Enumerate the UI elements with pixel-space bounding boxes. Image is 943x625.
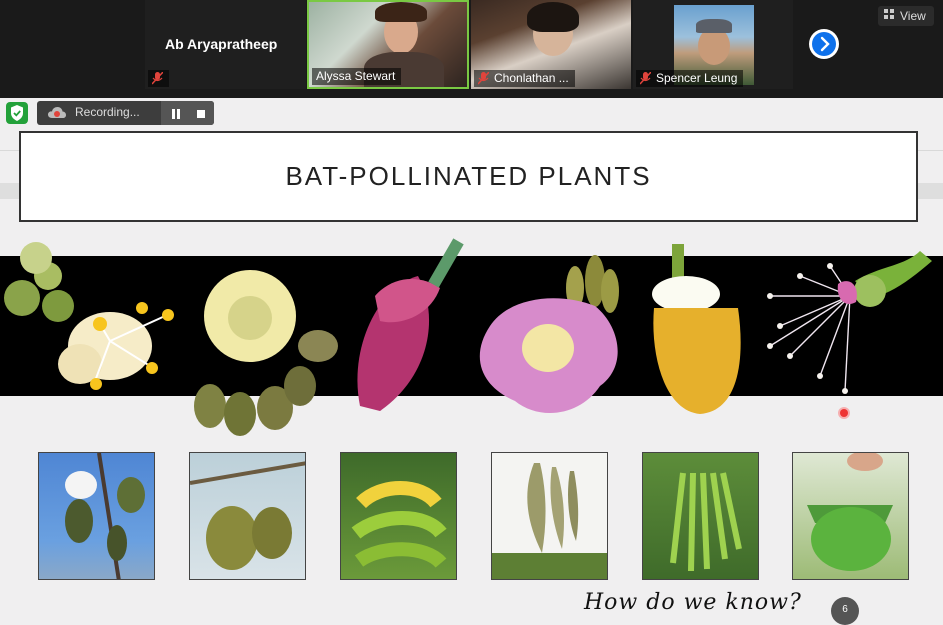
barringtonia-fruit-photo — [792, 452, 909, 580]
view-label: View — [900, 9, 926, 23]
recording-bar: Recording... — [37, 101, 214, 125]
parkia-flower-image — [652, 244, 741, 414]
participant-name-large: Ab Aryapratheep — [165, 36, 278, 52]
slide-footer: How do we know? — [584, 590, 802, 615]
kapok-flower-image — [4, 242, 174, 390]
slide-title-box: BAT-POLLINATED PLANTS — [19, 131, 918, 222]
oroxylum-flower-image — [479, 255, 619, 413]
oroxylum-pods-photo — [491, 452, 608, 580]
slide-page-number: 6 — [831, 597, 859, 625]
flower-illustrations — [4, 238, 932, 436]
banana-bunch-photo — [340, 452, 457, 580]
kapok-pods-photo — [38, 452, 155, 580]
participant-tile-chonlathan[interactable]: Chonlathan ... — [471, 0, 631, 89]
participant-tile-alyssa[interactable]: Alyssa Stewart — [307, 0, 469, 89]
pause-icon[interactable] — [171, 108, 181, 122]
durian-flower-image — [194, 270, 338, 436]
participant-label: Chonlathan ... — [474, 70, 575, 87]
cloud-record-icon — [47, 105, 67, 124]
durian-fruit-photo — [189, 452, 306, 580]
mic-muted-icon — [477, 71, 490, 85]
stop-icon[interactable] — [196, 108, 206, 122]
slide-title: BAT-POLLINATED PLANTS — [285, 161, 652, 191]
chevron-right-icon — [812, 32, 836, 56]
recording-label: Recording... — [75, 105, 140, 119]
view-button[interactable]: View — [878, 6, 934, 26]
barringtonia-flower-image — [767, 251, 932, 394]
mic-muted-icon — [151, 71, 164, 85]
participant-name: Spencer Leung — [656, 71, 738, 85]
participant-tile-spencer[interactable]: Spencer Leung — [633, 0, 793, 89]
next-participants-button[interactable] — [809, 29, 839, 59]
participant-label: Spencer Leung — [636, 70, 744, 87]
participant-tile-ab[interactable]: Ab Aryapratheep — [145, 0, 306, 89]
mic-muted-icon — [639, 71, 652, 85]
participant-label — [148, 70, 169, 87]
laser-pointer — [840, 409, 848, 417]
grid-icon — [884, 6, 895, 26]
participant-label: Alyssa Stewart — [312, 68, 402, 85]
participant-name: Alyssa Stewart — [316, 69, 396, 83]
participant-name: Chonlathan ... — [494, 71, 569, 85]
banana-flower-image — [357, 238, 464, 411]
recording-controls — [161, 101, 214, 125]
security-shield-icon[interactable] — [6, 102, 28, 124]
parkia-pods-photo — [642, 452, 759, 580]
